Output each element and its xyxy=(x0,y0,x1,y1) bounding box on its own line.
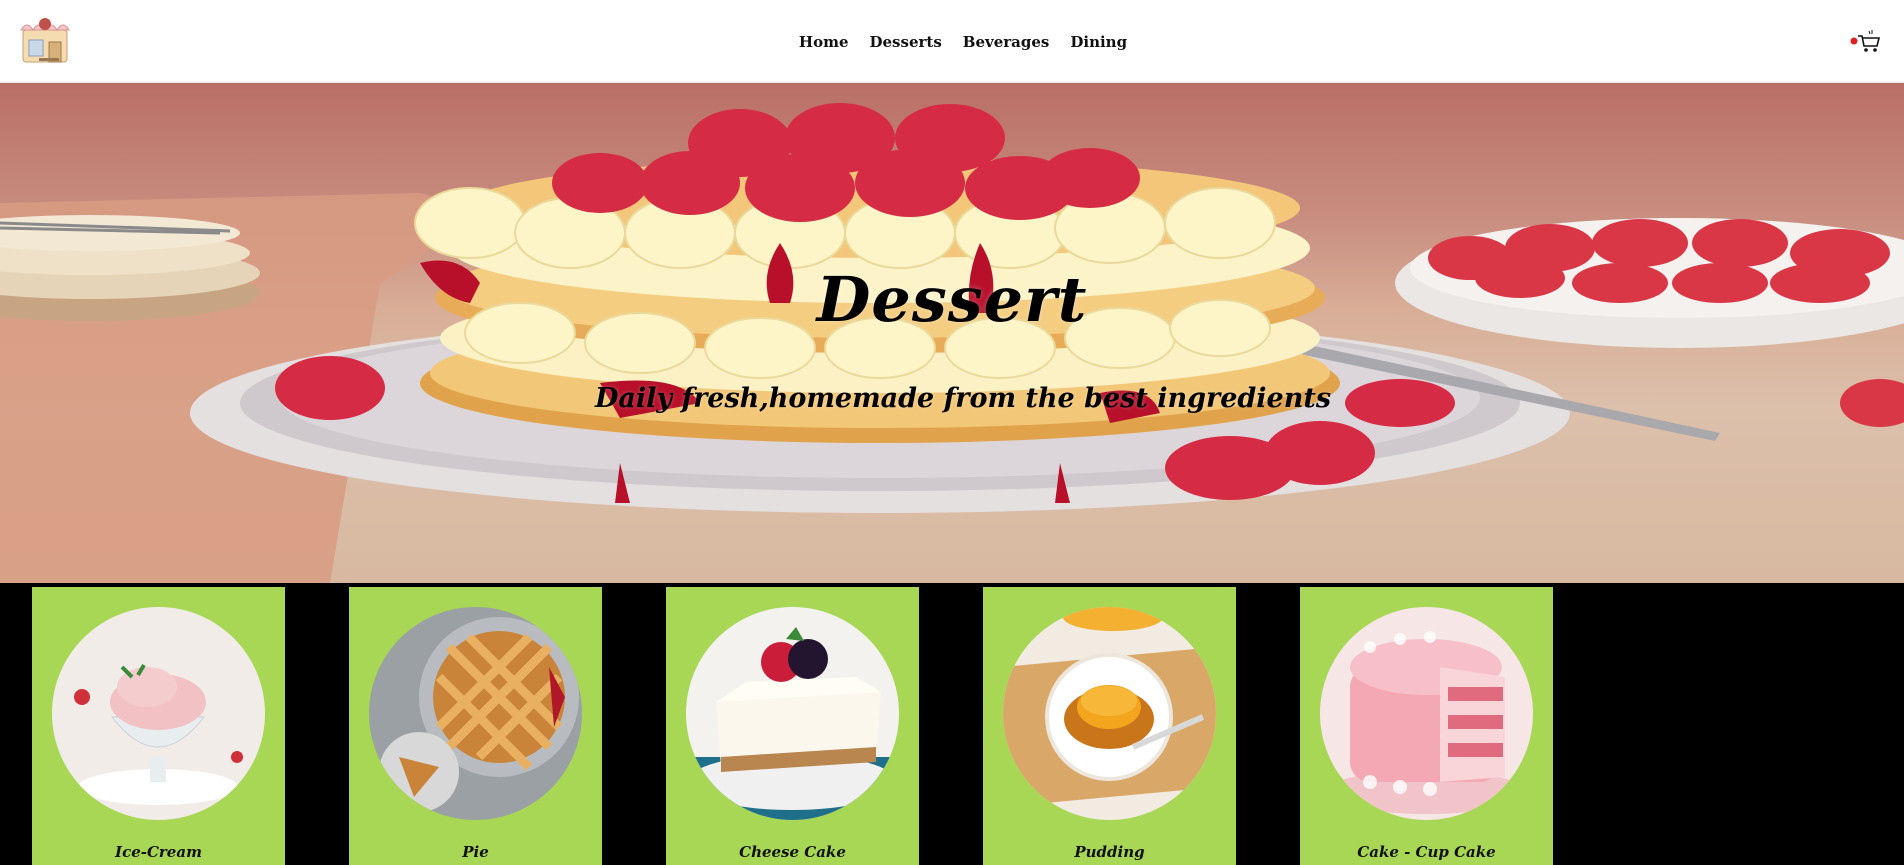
category-card-cake-cup-cake[interactable]: Cake - Cup Cake xyxy=(1300,587,1553,865)
category-label: Cake - Cup Cake xyxy=(1357,843,1496,861)
ice-cream-image xyxy=(52,607,265,820)
hero-title: Dessert xyxy=(816,263,1088,336)
site-header: Home Desserts Beverages Dining xyxy=(0,0,1904,83)
category-label: Cheese Cake xyxy=(739,843,846,861)
cheese-cake-image xyxy=(686,607,899,820)
category-label: Pie xyxy=(462,843,489,861)
hero-banner: Dessert Daily fresh,homemade from the be… xyxy=(0,83,1904,583)
category-label: Pudding xyxy=(1074,843,1145,861)
category-card-cheese-cake[interactable]: Cheese Cake xyxy=(666,587,919,865)
main-nav: Home Desserts Beverages Dining xyxy=(0,0,1904,83)
cake-image xyxy=(1320,607,1533,820)
nav-desserts-link[interactable]: Desserts xyxy=(870,33,942,51)
category-label: Ice-Cream xyxy=(115,843,202,861)
pie-image xyxy=(369,607,582,820)
hero-subtitle: Daily fresh,homemade from the best ingre… xyxy=(594,383,1332,414)
category-card-ice-cream[interactable]: Ice-Cream xyxy=(32,587,285,865)
pudding-image xyxy=(1003,607,1216,820)
category-grid: Ice-Cream Pie Cheese Cake Pudding Cake -… xyxy=(0,583,1904,865)
nav-home-link[interactable]: Home xyxy=(799,33,849,51)
shopping-cart-icon[interactable] xyxy=(1850,28,1882,54)
nav-dining-link[interactable]: Dining xyxy=(1070,33,1127,51)
category-card-pie[interactable]: Pie xyxy=(349,587,602,865)
category-card-pudding[interactable]: Pudding xyxy=(983,587,1236,865)
nav-beverages-link[interactable]: Beverages xyxy=(963,33,1050,51)
cart-badge-dot xyxy=(1850,37,1858,45)
